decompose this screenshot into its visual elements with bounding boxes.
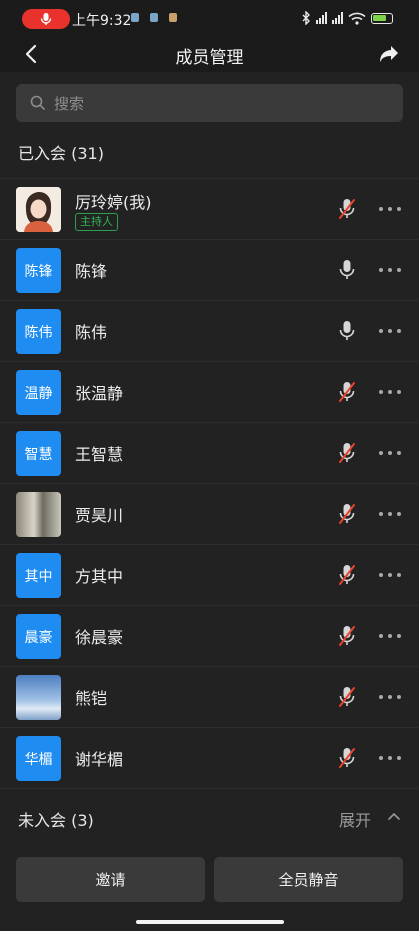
- member-name: 方其中: [75, 567, 124, 586]
- member-name: 熊铠: [75, 689, 108, 708]
- mic-icon[interactable]: [337, 319, 357, 343]
- not-joined-label: 未入会 (3): [18, 811, 94, 830]
- mic-muted-icon[interactable]: [337, 441, 357, 465]
- cellular-signal-icon: [316, 12, 327, 24]
- search-icon: [30, 95, 45, 110]
- mic-muted-icon[interactable]: [337, 563, 357, 587]
- status-bar: 上午9:32: [0, 0, 419, 36]
- home-indicator[interactable]: [136, 920, 284, 924]
- wifi-icon: [348, 12, 366, 25]
- more-icon[interactable]: [379, 512, 401, 517]
- mic-muted-icon[interactable]: [337, 380, 357, 404]
- member-name: 陈伟: [75, 323, 108, 342]
- app-notification-icon: [150, 13, 158, 22]
- more-icon[interactable]: [379, 268, 401, 273]
- more-icon[interactable]: [379, 573, 401, 578]
- member-row[interactable]: 智慧 王智慧: [0, 422, 419, 483]
- avatar[interactable]: 华楣: [16, 736, 61, 781]
- battery-icon: [371, 12, 393, 24]
- more-icon[interactable]: [379, 329, 401, 334]
- member-row[interactable]: 熊铠: [0, 666, 419, 727]
- expand-button[interactable]: 展开: [339, 807, 371, 831]
- search-placeholder: 搜索: [54, 95, 85, 113]
- joined-section-header: 已入会 (31): [18, 144, 104, 163]
- member-row[interactable]: 温静 张温静: [0, 361, 419, 422]
- member-list: 厉玲婷(我) 主持人 陈锋 陈锋 陈伟 陈伟 温静 张温静 智慧 王智慧 贾昊川 其中 方其中 晨豪 徐晨豪…: [0, 178, 419, 788]
- avatar[interactable]: 智慧: [16, 431, 61, 476]
- mute-all-button[interactable]: 全员静音: [214, 857, 403, 902]
- share-icon[interactable]: [377, 42, 401, 66]
- recording-indicator[interactable]: [22, 9, 70, 29]
- bluetooth-icon: [302, 11, 310, 25]
- member-row[interactable]: 陈锋 陈锋: [0, 239, 419, 300]
- invite-button[interactable]: 邀请: [16, 857, 205, 902]
- cellular-signal-icon: [332, 12, 343, 24]
- member-name: 徐晨豪: [75, 628, 124, 647]
- member-row[interactable]: 华楣 谢华楣: [0, 727, 419, 788]
- member-name: 贾昊川: [75, 506, 124, 525]
- more-icon[interactable]: [379, 756, 401, 761]
- avatar[interactable]: [16, 675, 61, 720]
- member-row[interactable]: 贾昊川: [0, 483, 419, 544]
- app-notification-icon: [131, 13, 139, 22]
- more-icon[interactable]: [379, 451, 401, 456]
- avatar[interactable]: [16, 187, 61, 232]
- member-name: 谢华楣: [75, 750, 124, 769]
- nav-bar: 成员管理: [0, 36, 419, 72]
- app-notification-icon: [169, 13, 177, 22]
- more-icon[interactable]: [379, 207, 401, 212]
- member-name: 厉玲婷(我): [75, 193, 152, 212]
- more-icon[interactable]: [379, 634, 401, 639]
- search-input[interactable]: 搜索: [16, 84, 403, 122]
- mic-icon[interactable]: [337, 258, 357, 282]
- member-row[interactable]: 陈伟 陈伟: [0, 300, 419, 361]
- mic-muted-icon[interactable]: [337, 502, 357, 526]
- avatar[interactable]: 陈伟: [16, 309, 61, 354]
- avatar[interactable]: [16, 492, 61, 537]
- avatar[interactable]: 陈锋: [16, 248, 61, 293]
- recording-mic-icon: [40, 13, 52, 25]
- more-icon[interactable]: [379, 695, 401, 700]
- more-icon[interactable]: [379, 390, 401, 395]
- status-icons: [301, 9, 393, 27]
- avatar[interactable]: 温静: [16, 370, 61, 415]
- avatar[interactable]: 晨豪: [16, 614, 61, 659]
- host-badge: 主持人: [75, 213, 118, 231]
- mic-muted-icon[interactable]: [337, 746, 357, 770]
- mic-muted-icon[interactable]: [337, 197, 357, 221]
- member-name: 张温静: [75, 384, 124, 403]
- member-row[interactable]: 晨豪 徐晨豪: [0, 605, 419, 666]
- member-name: 陈锋: [75, 262, 108, 281]
- member-row[interactable]: 厉玲婷(我) 主持人: [0, 178, 419, 239]
- not-joined-section[interactable]: 未入会 (3) 展开: [0, 788, 419, 844]
- chevron-up-icon[interactable]: [387, 811, 401, 821]
- avatar[interactable]: 其中: [16, 553, 61, 598]
- member-row[interactable]: 其中 方其中: [0, 544, 419, 605]
- member-name: 王智慧: [75, 445, 124, 464]
- mic-muted-icon[interactable]: [337, 624, 357, 648]
- mic-muted-icon[interactable]: [337, 685, 357, 709]
- status-time: 上午9:32: [72, 13, 132, 29]
- page-title: 成员管理: [175, 48, 244, 68]
